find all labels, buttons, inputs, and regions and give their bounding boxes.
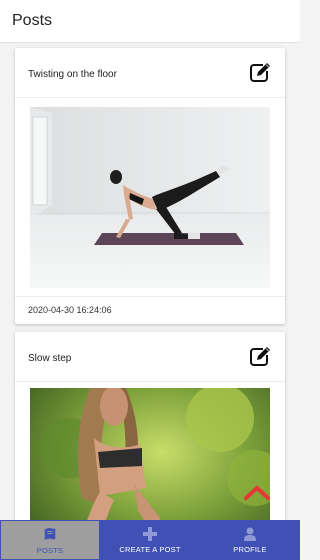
post-image [30, 107, 270, 288]
post-card-header: Slow step [15, 332, 285, 382]
book-icon [44, 528, 56, 541]
user-icon [244, 527, 256, 541]
post-title: Slow step [28, 353, 72, 364]
nav-create-post-label: CREATE A POST [119, 545, 181, 554]
page-title: Posts [12, 12, 53, 29]
nav-posts[interactable]: POSTS [1, 521, 99, 559]
nav-profile[interactable]: PROFILE [200, 520, 300, 560]
post-title: Twisting on the floor [28, 69, 117, 80]
app-bar: Posts [0, 0, 300, 43]
edit-icon [250, 346, 273, 366]
post-card-header: Twisting on the floor [15, 48, 285, 98]
edit-post-button[interactable] [249, 346, 273, 368]
post-card-footer: 2020-04-30 16:24:06 [15, 296, 285, 324]
nav-profile-label: PROFILE [233, 545, 267, 554]
chevron-up-icon [243, 485, 271, 501]
edit-icon [250, 62, 273, 82]
post-timestamp: 2020-04-30 16:24:06 [28, 305, 112, 315]
nav-posts-label: POSTS [36, 546, 64, 555]
scroll-to-top-button[interactable] [243, 484, 271, 502]
edit-post-button[interactable] [249, 62, 273, 84]
post-image [30, 388, 270, 520]
post-card: Twisting on the floor 2020-04-30 16:24:0… [15, 48, 285, 324]
plus-icon [143, 527, 157, 541]
posts-feed[interactable]: Twisting on the floor 2020-04-30 16:24:0… [0, 44, 300, 520]
bottom-navigation: POSTS CREATE A POST PROFILE [0, 520, 300, 560]
nav-create-post[interactable]: CREATE A POST [100, 520, 200, 560]
